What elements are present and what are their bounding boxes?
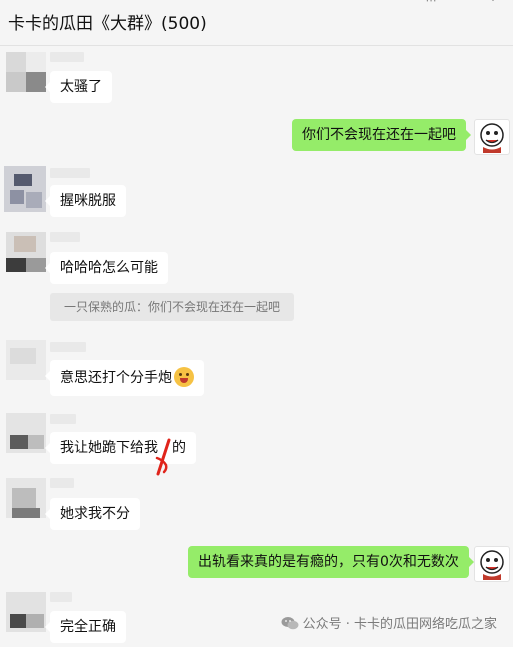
avatar[interactable] [6, 413, 46, 453]
avatar[interactable] [6, 478, 46, 518]
message-bubble[interactable]: 太骚了 [45, 71, 112, 103]
message-bubble[interactable]: 她求我不分 [45, 498, 140, 530]
chat-title: 卡卡的瓜田《大群》(500) [8, 14, 207, 34]
sender-name [50, 414, 76, 424]
avatar[interactable] [6, 52, 46, 92]
message-bubble[interactable]: 出轨看来真的是有瘾的，只有0次和无数次 [188, 546, 474, 578]
sender-name [50, 342, 86, 352]
avatar[interactable] [4, 166, 46, 212]
sender-name [50, 52, 84, 62]
sender-name [50, 592, 72, 602]
chat-header: 卡卡的瓜田《大群》(500) ⋯ · [0, 0, 513, 46]
avatar[interactable] [474, 119, 510, 155]
wechat-icon [281, 617, 299, 630]
message-text: 意思还打个分手炮 [60, 370, 172, 386]
avatar[interactable] [6, 232, 46, 272]
grinning-face-emoji-icon [174, 367, 194, 387]
cartoon-face-icon [480, 550, 504, 580]
avatar[interactable] [6, 592, 46, 632]
message-bubble[interactable]: 你们不会现在还在一起吧 [292, 119, 471, 151]
avatar[interactable] [474, 546, 510, 582]
message-bubble[interactable]: 哈哈哈怎么可能 [45, 252, 168, 284]
window-control-icon[interactable]: · [486, 0, 500, 6]
watermark-text: 公众号 · 卡卡的瓜田网络吃瓜之家 [302, 617, 497, 632]
sender-name [50, 232, 80, 242]
quoted-message[interactable]: 一只保熟的瓜：你们不会现在还在一起吧 [50, 293, 295, 321]
avatar[interactable] [6, 340, 46, 380]
window-control-icon[interactable]: ⋯ [424, 0, 438, 6]
watermark: 公众号 · 卡卡的瓜田网络吃瓜之家 [281, 615, 497, 635]
message-bubble[interactable]: 我让她跪下给我的 [45, 432, 196, 476]
red-scribble-icon [155, 438, 171, 476]
sender-name [50, 168, 90, 178]
message-bubble[interactable]: 意思还打个分手炮 [45, 360, 204, 396]
cartoon-face-icon [480, 123, 504, 153]
message-text-start: 我让她跪下给我 [60, 440, 158, 456]
sender-name [50, 478, 74, 488]
message-bubble[interactable]: 完全正确 [45, 611, 126, 643]
message-bubble[interactable]: 握咪脱服 [45, 185, 126, 217]
